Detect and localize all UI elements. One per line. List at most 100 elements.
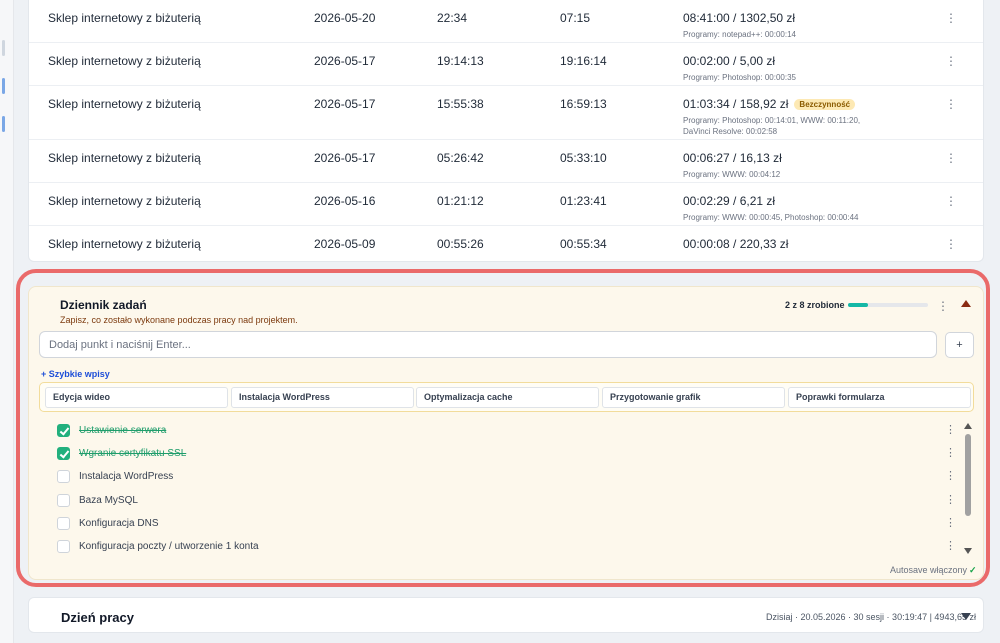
- session-duration: 08:41:00 / 1302,50 zł: [683, 11, 796, 25]
- task-item: Instalacja WordPress ⋮: [29, 466, 959, 489]
- expand-down-icon[interactable]: [961, 613, 971, 620]
- session-date: 2026-05-17: [314, 97, 376, 111]
- task-item: Baza MySQL ⋮: [29, 490, 959, 513]
- session-end-time: 00:55:34: [560, 237, 607, 251]
- session-duration: 00:02:29 / 6,21 zł: [683, 194, 776, 208]
- add-task-input[interactable]: [39, 331, 937, 358]
- session-programs: Programy: notepad++: 00:00:14: [683, 30, 796, 39]
- session-start-time: 00:55:26: [437, 237, 484, 251]
- row-menu-icon[interactable]: ⋮: [945, 54, 957, 68]
- session-programs: Programy: WWW: 00:04:12: [683, 170, 781, 179]
- journal-progress-bar: [848, 303, 928, 307]
- task-menu-icon[interactable]: ⋮: [945, 493, 956, 506]
- journal-title: Dziennik zadań: [60, 298, 147, 312]
- session-end-time: 05:33:10: [560, 151, 607, 165]
- row-menu-icon[interactable]: ⋮: [945, 97, 957, 111]
- task-menu-icon[interactable]: ⋮: [945, 446, 956, 459]
- session-duration-cell: 00:02:00 / 5,00 zł Programy: Photoshop: 0…: [683, 54, 873, 83]
- session-start-time: 19:14:13: [437, 54, 484, 68]
- collapse-up-icon[interactable]: [961, 300, 971, 307]
- session-project: Sklep internetowy z biżuterią: [48, 237, 201, 251]
- autosave-status: Autosave włączony ✓: [890, 565, 977, 576]
- workday-panel[interactable]: Dzień pracy Dzisiaj · 20.05.2026 · 30 se…: [28, 597, 984, 633]
- scroll-up-arrow-icon[interactable]: [964, 423, 972, 429]
- quick-entry-chip[interactable]: Optymalizacja cache: [416, 387, 599, 408]
- task-checkbox[interactable]: [57, 540, 70, 553]
- workday-summary: Dzisiaj · 20.05.2026 · 30 sesji · 30:19:…: [766, 612, 976, 622]
- sessions-table: Sklep internetowy z biżuterią 2026-05-20 2…: [28, 0, 984, 262]
- row-menu-icon[interactable]: ⋮: [945, 11, 957, 25]
- session-start-time: 01:21:12: [437, 194, 484, 208]
- task-label: Ustawienie serwera: [79, 425, 167, 436]
- autosave-label: Autosave włączony: [890, 565, 968, 575]
- session-date: 2026-05-17: [314, 54, 376, 68]
- session-duration-cell: 00:02:29 / 6,21 zł Programy: WWW: 00:00:4…: [683, 194, 873, 223]
- left-rail: [0, 0, 14, 643]
- task-checkbox[interactable]: [57, 470, 70, 484]
- rail-marker-active: [2, 116, 5, 132]
- row-menu-icon[interactable]: ⋮: [945, 237, 957, 251]
- session-project: Sklep internetowy z biżuterią: [48, 151, 201, 165]
- journal-menu-icon[interactable]: ⋮: [937, 299, 949, 313]
- quick-entries-link[interactable]: + Szybkie wpisy: [41, 369, 110, 379]
- session-start-time: 15:55:38: [437, 97, 484, 111]
- task-checkbox[interactable]: [57, 424, 70, 437]
- task-label: Konfiguracja DNS: [79, 517, 159, 529]
- journal-subtitle: Zapisz, co zostało wykonane podczas prac…: [60, 315, 298, 325]
- table-row: Sklep internetowy z biżuterią 2026-05-16 0…: [29, 183, 983, 226]
- task-checkbox[interactable]: [57, 493, 70, 507]
- add-task-button[interactable]: +: [945, 332, 974, 358]
- idle-badge: Bezczynność: [794, 99, 856, 110]
- task-item: Konfiguracja DNS ⋮: [29, 513, 959, 536]
- session-duration-cell: 00:06:27 / 16,13 zł Programy: WWW: 00:04:…: [683, 151, 873, 180]
- table-row: Sklep internetowy z biżuterią 2026-05-17 1…: [29, 43, 983, 86]
- task-menu-icon[interactable]: ⋮: [945, 469, 956, 482]
- session-date: 2026-05-16: [314, 194, 376, 208]
- quick-entries-box: Edycja wideo Instalacja WordPress Optyma…: [39, 382, 974, 412]
- session-duration: 00:02:00 / 5,00 zł: [683, 54, 776, 68]
- row-menu-icon[interactable]: ⋮: [945, 151, 957, 165]
- task-item: Konfiguracja poczty / utworzenie 1 konta…: [29, 536, 959, 559]
- task-checkbox[interactable]: [57, 447, 70, 461]
- task-item: Ustawienie serwera ⋮: [29, 420, 959, 443]
- check-icon: ✓: [969, 565, 977, 575]
- workday-title: Dzień pracy: [61, 610, 134, 625]
- session-end-time: 16:59:13: [560, 97, 607, 111]
- task-menu-icon[interactable]: ⋮: [945, 423, 956, 436]
- session-duration: 00:06:27 / 16,13 zł: [683, 151, 782, 165]
- session-end-time: 19:16:14: [560, 54, 607, 68]
- quick-entry-chip[interactable]: Edycja wideo: [45, 387, 228, 408]
- session-date: 2026-05-17: [314, 151, 376, 165]
- session-programs: Programy: Photoshop: 00:00:35: [683, 73, 796, 82]
- row-menu-icon[interactable]: ⋮: [945, 194, 957, 208]
- session-start-time: 22:34: [437, 11, 468, 25]
- scroll-down-arrow-icon[interactable]: [964, 548, 972, 554]
- quick-entry-chip[interactable]: Przygotowanie grafik: [602, 387, 785, 408]
- task-label: Instalacja WordPress: [79, 471, 174, 483]
- session-project: Sklep internetowy z biżuterią: [48, 11, 201, 25]
- table-row: Sklep internetowy z biżuterią 2026-05-17 1…: [29, 86, 983, 140]
- session-start-time: 05:26:42: [437, 151, 484, 165]
- task-label: Wgranie certyfikatu SSL: [79, 448, 187, 460]
- session-duration-cell: 08:41:00 / 1302,50 zł Programy: notepad++…: [683, 11, 873, 40]
- rail-marker: [2, 40, 5, 56]
- session-project: Sklep internetowy z biżuterią: [48, 54, 201, 68]
- session-programs: Programy: Photoshop: 00:14:01, WWW: 00:1…: [683, 116, 861, 136]
- quick-entry-chip[interactable]: Poprawki formularza: [788, 387, 971, 408]
- task-menu-icon[interactable]: ⋮: [945, 539, 956, 552]
- task-menu-icon[interactable]: ⋮: [945, 516, 956, 529]
- task-label: Baza MySQL: [79, 494, 138, 506]
- task-list-scrollbar[interactable]: [965, 434, 971, 516]
- session-duration: 01:03:34 / 158,92 zł: [683, 97, 789, 111]
- rail-marker-active: [2, 78, 5, 94]
- session-end-time: 07:15: [560, 11, 591, 25]
- session-date: 2026-05-20: [314, 11, 376, 25]
- session-duration-cell: 01:03:34 / 158,92 zł Bezczynność Programy:…: [683, 97, 873, 137]
- task-list: Ustawienie serwera ⋮ Wgranie certyfikatu S…: [29, 420, 985, 558]
- table-row: Sklep internetowy z biżuterią 2026-05-17 0…: [29, 140, 983, 183]
- session-project: Sklep internetowy z biżuterią: [48, 97, 201, 111]
- quick-entry-chip[interactable]: Instalacja WordPress: [231, 387, 414, 408]
- task-label: Konfiguracja poczty / utworzenie 1 konta: [79, 541, 259, 552]
- session-end-time: 01:23:41: [560, 194, 607, 208]
- task-checkbox[interactable]: [57, 516, 70, 530]
